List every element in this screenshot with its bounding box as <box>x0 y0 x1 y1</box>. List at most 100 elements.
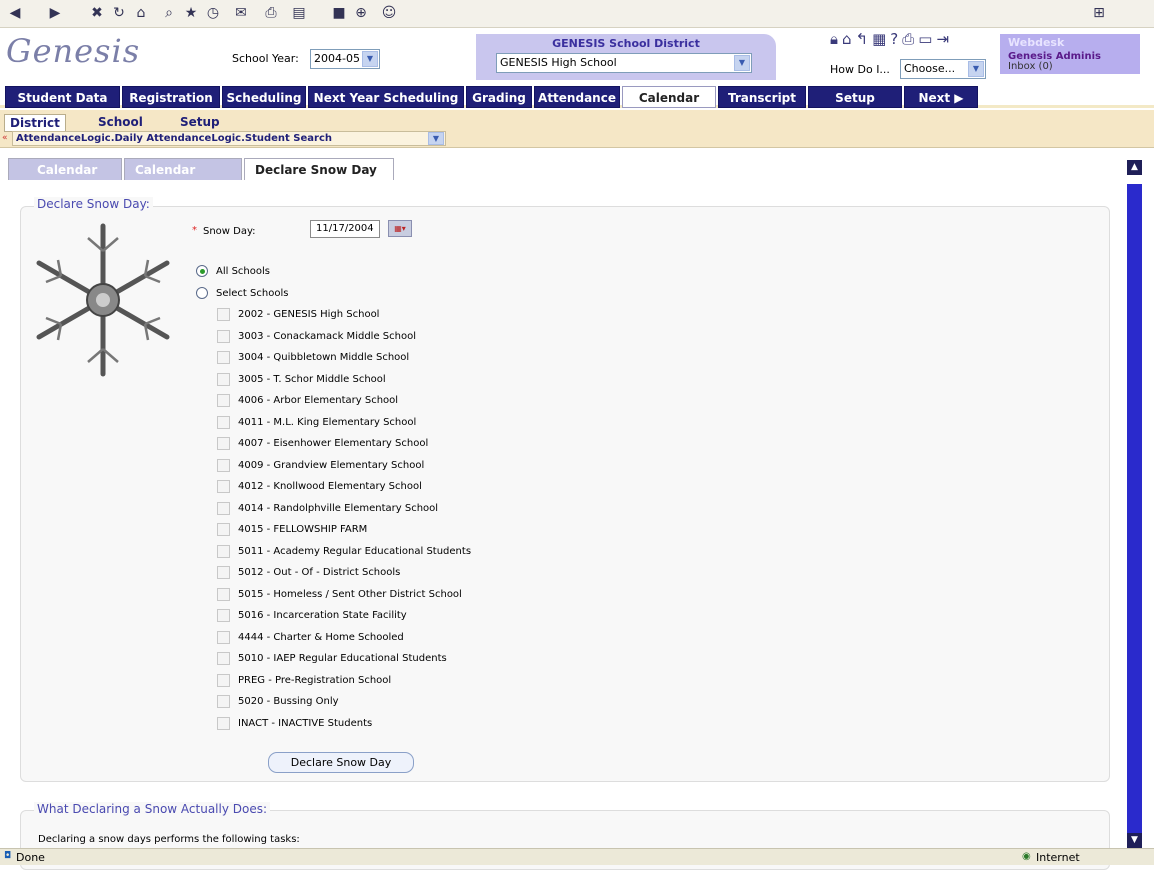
tab-next-year-scheduling[interactable]: Next Year Scheduling <box>308 86 464 108</box>
school-checkbox[interactable] <box>217 437 230 450</box>
tab-calendar-view[interactable]: Calendar <box>8 158 122 180</box>
school-select[interactable]: GENESIS High School ▼ <box>496 53 752 73</box>
status-bar: ◘ Done ◉ Internet <box>0 848 1154 865</box>
district-panel: GENESIS School District GENESIS High Sch… <box>476 34 776 80</box>
school-checkbox[interactable] <box>217 372 230 386</box>
search-icon[interactable]: ⌕ <box>160 4 178 22</box>
home-icon[interactable]: ⌂ <box>132 4 150 22</box>
select-schools-radio[interactable] <box>196 287 208 299</box>
tab-next[interactable]: Next ▶ <box>904 86 978 108</box>
sub-nav: District School Setup « AttendanceLogic.… <box>0 110 1154 148</box>
all-schools-radio[interactable] <box>196 265 208 277</box>
school-checkbox[interactable] <box>217 695 230 708</box>
home-icon[interactable]: ⌂ <box>842 30 856 48</box>
school-checkbox[interactable] <box>217 716 230 730</box>
school-checkbox[interactable] <box>217 673 230 687</box>
edit-icon[interactable]: ▤ <box>290 4 308 22</box>
lock-icon[interactable]: 🔒︎ <box>830 30 842 48</box>
school-label: PREG - Pre-Registration School <box>238 674 392 686</box>
snow-day-input[interactable]: 11/17/2004 <box>310 220 380 238</box>
required-marker: * <box>192 225 197 236</box>
quick-link-select[interactable]: AttendanceLogic.Daily AttendanceLogic.St… <box>12 131 446 146</box>
school-checkbox[interactable] <box>217 415 230 429</box>
school-label: 3003 - Conackamack Middle School <box>238 330 416 342</box>
what-legend: What Declaring a Snow Actually Does: <box>34 802 271 816</box>
collapse-icon[interactable]: « <box>2 133 8 143</box>
school-checkbox[interactable] <box>217 609 230 622</box>
zone-text: Internet <box>1036 851 1080 864</box>
calendar-icon[interactable]: ▦ <box>872 30 890 48</box>
school-label: 4011 - M.L. King Elementary School <box>238 416 417 428</box>
print-icon[interactable]: ⎙ <box>902 30 918 48</box>
how-do-i-label: How Do I... <box>830 63 890 76</box>
school-checkbox[interactable] <box>217 566 230 579</box>
tab-registration[interactable]: Registration <box>122 86 220 108</box>
select-schools-label: Select Schools <box>216 288 289 299</box>
subnav-district[interactable]: District <box>4 114 66 132</box>
scroll-down-button[interactable]: ▼ <box>1127 833 1142 848</box>
school-checkbox[interactable] <box>217 587 230 601</box>
school-label: 4006 - Arbor Elementary School <box>238 395 399 406</box>
school-checkbox[interactable] <box>217 630 230 644</box>
inbox-link[interactable]: Inbox (0) <box>1008 61 1053 72</box>
school-checkbox[interactable] <box>217 329 230 343</box>
back-icon[interactable]: ◀ <box>6 4 24 22</box>
school-checkbox[interactable] <box>217 652 230 665</box>
school-label: 4007 - Eisenhower Elementary School <box>238 438 429 449</box>
school-checkbox[interactable] <box>217 458 230 472</box>
school-label: 3005 - T. Schor Middle School <box>238 373 386 385</box>
school-label: 5020 - Bussing Only <box>238 696 339 707</box>
vertical-scrollbar[interactable] <box>1127 184 1142 852</box>
school-checkbox[interactable] <box>217 501 230 515</box>
school-label: 4009 - Grandview Elementary School <box>238 459 425 471</box>
back-icon[interactable]: ↰ <box>856 30 873 48</box>
school-checkbox[interactable] <box>217 351 230 364</box>
school-label: 4012 - Knollwood Elementary School <box>238 481 422 492</box>
tab-student-data[interactable]: Student Data <box>5 86 120 108</box>
page-icon: ◘ <box>4 851 12 861</box>
print-icon[interactable]: ⎙ <box>262 4 280 22</box>
webdesk-panel[interactable]: Webdesk Genesis Adminis Inbox (0) <box>1000 34 1140 74</box>
header-icons: 🔒︎⌂↰▦?⎙▭⇥ <box>830 30 953 48</box>
messenger-icon[interactable]: ☺ <box>380 4 398 22</box>
monitor-icon[interactable]: ▭ <box>918 30 936 48</box>
research-icon[interactable]: ⊕ <box>352 4 370 22</box>
forward-icon[interactable]: ▶ <box>46 4 64 22</box>
mail-icon[interactable]: ✉ <box>232 4 250 22</box>
exit-icon[interactable]: ⇥ <box>936 30 953 48</box>
snow-day-label: Snow Day: <box>203 226 256 237</box>
tab-attendance[interactable]: Attendance <box>534 86 620 108</box>
school-checkbox[interactable] <box>217 480 230 493</box>
subnav-school[interactable]: School <box>98 115 143 129</box>
main-tabs: Student Data Registration Scheduling Nex… <box>0 84 1154 108</box>
school-checkbox[interactable] <box>217 523 230 536</box>
subnav-setup[interactable]: Setup <box>180 115 220 129</box>
tab-calendar-setup[interactable]: Calendar Setup <box>124 158 242 199</box>
tab-transcript[interactable]: Transcript <box>718 86 806 108</box>
help-icon[interactable]: ? <box>890 30 902 48</box>
school-checkbox[interactable] <box>217 308 230 321</box>
favorites-icon[interactable]: ★ <box>182 4 200 22</box>
chevron-down-icon: ▼ <box>362 51 378 67</box>
stop-icon[interactable]: ✖ <box>88 4 106 22</box>
tab-declare-snow-day[interactable]: Declare Snow Day <box>244 158 394 180</box>
calendar-picker-icon[interactable]: ▦▾ <box>388 220 412 237</box>
school-checkbox[interactable] <box>217 394 230 407</box>
refresh-icon[interactable]: ↻ <box>110 4 128 22</box>
sub-tabs: Calendar Calendar Setup Declare Snow Day <box>0 158 1125 199</box>
school-label: 4015 - FELLOWSHIP FARM <box>238 524 368 535</box>
scroll-up-button[interactable]: ▲ <box>1127 160 1142 175</box>
tab-setup[interactable]: Setup <box>808 86 902 108</box>
school-label: INACT - INACTIVE Students <box>238 717 373 729</box>
tab-grading[interactable]: Grading <box>466 86 532 108</box>
how-do-i-select[interactable]: Choose... ▼ <box>900 59 986 79</box>
history-icon[interactable]: ◷ <box>204 4 222 22</box>
school-year-select[interactable]: 2004-05 ▼ <box>310 49 380 69</box>
folder-icon[interactable]: ■ <box>330 4 348 22</box>
tab-calendar[interactable]: Calendar <box>622 86 716 108</box>
school-checkbox[interactable] <box>217 544 230 558</box>
declare-snow-day-button[interactable]: Declare Snow Day <box>268 752 414 773</box>
tab-scheduling[interactable]: Scheduling <box>222 86 306 108</box>
school-label: 2002 - GENESIS High School <box>238 309 380 320</box>
webdesk-label: Webdesk <box>1008 36 1065 49</box>
